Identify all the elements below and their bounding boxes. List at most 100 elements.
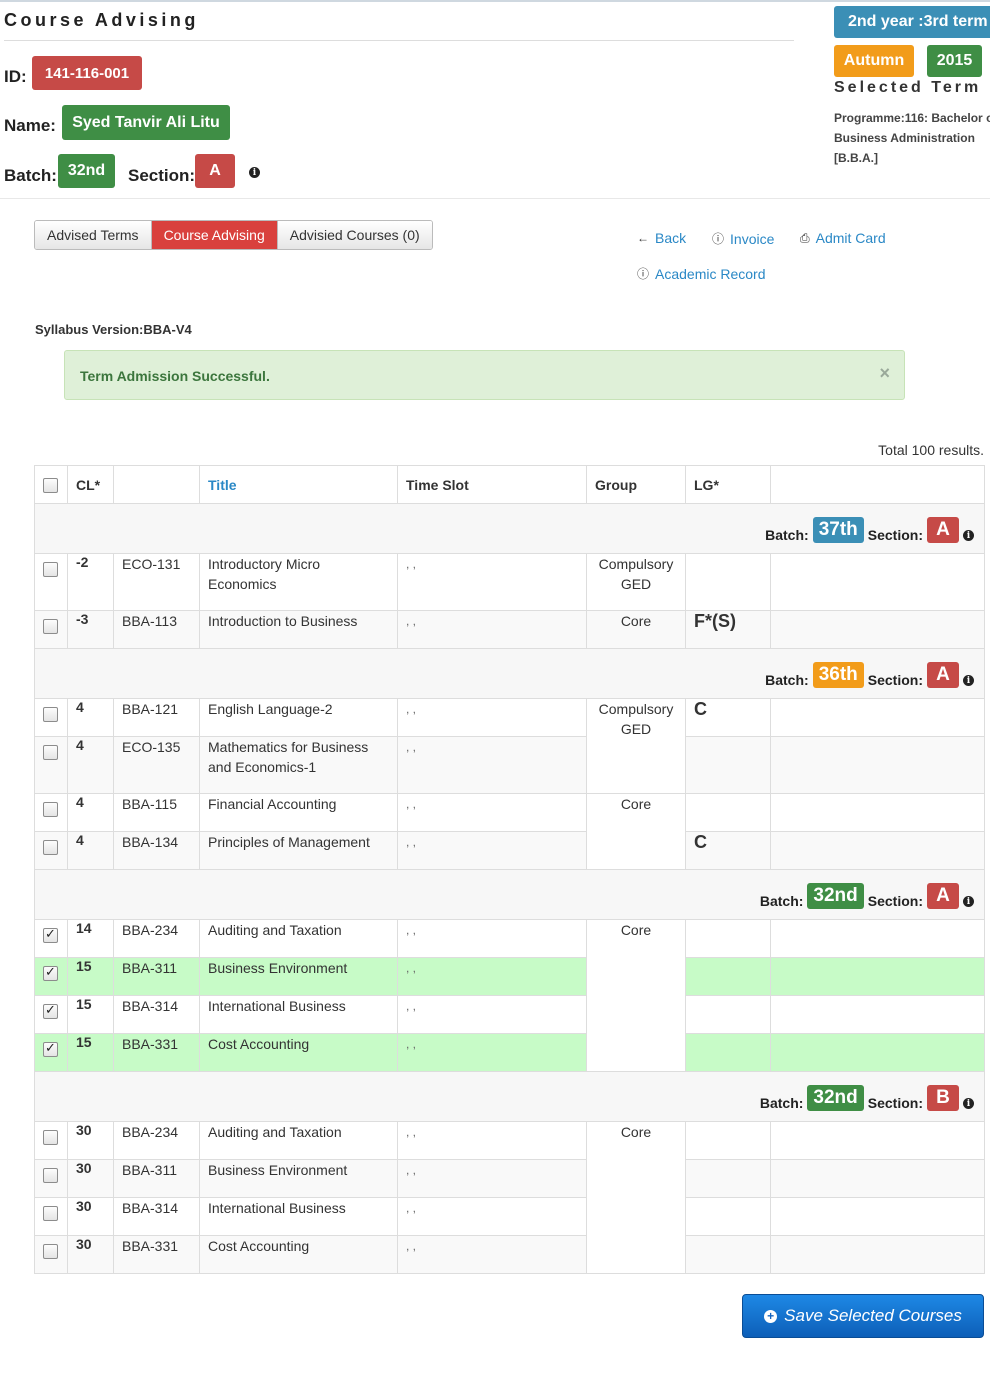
header-title[interactable]: Title [199,465,398,504]
academic-record-link-label: Academic Record [655,265,766,282]
programme-line-2: Business Administration [834,131,975,145]
table-header-row: CL* Title Time Slot Group LG* [34,465,985,504]
cl-cell: 30 [67,1197,114,1236]
course-row: 4 BBA-134 Principles of Management, , C [34,831,985,870]
course-row: 14BBA-234Auditing and Taxation, ,Core [34,919,985,1072]
lg-cell [685,1197,771,1236]
row-select-cell [34,1033,68,1072]
batch-info: Batch: 37th Section: Ai [765,517,974,543]
header-lg: LG* [685,465,771,504]
course-code-cell: BBA-234 [113,1121,200,1160]
header-time-slot: Time Slot [397,465,587,504]
time-slot-cell: , , [397,1197,587,1236]
save-selected-courses-button[interactable]: + Save Selected Courses [742,1294,984,1338]
syllabus-version: Syllabus Version:BBA-V4 [35,322,192,337]
course-checkbox[interactable] [43,1130,58,1145]
course-code-cell: BBA-134 [113,831,200,870]
header-divider [0,198,990,199]
course-code-cell: ECO-131 [113,553,200,611]
row-select-cell [34,1159,68,1198]
batch-label: Batch: [4,166,57,185]
course-table: CL* Title Time Slot Group LG* Batch: 37th… [34,465,985,1274]
info-icon[interactable]: i [963,1098,974,1109]
course-title-cell: Principles of Management [199,831,398,870]
course-checkbox[interactable] [43,562,58,577]
info-icon[interactable]: i [963,675,974,686]
course-checkbox[interactable] [43,1244,58,1259]
course-checkbox[interactable] [43,707,58,722]
batch-label: Batch: [765,527,809,543]
course-code-cell: BBA-311 [113,957,200,996]
section-badge: A [195,154,235,188]
course-checkbox[interactable] [43,840,58,855]
batch-header-row: Batch: 37th Section: Ai [34,503,985,554]
course-row: 4 BBA-115 Financial Accounting, , Core [34,793,985,870]
course-checkbox[interactable] [43,926,58,943]
group-cell: Compulsory GED [586,553,686,611]
course-title-cell: Auditing and Taxation [199,1121,398,1160]
course-code-cell: BBA-234 [113,919,200,958]
tab-advised-terms[interactable]: Advised Terms [35,221,152,249]
cl-cell: 15 [67,1033,114,1072]
course-row: 30 BBA-234 Auditing and Taxation, , Core [34,1121,985,1274]
lg-cell [685,1121,771,1160]
batch-header-cell: Batch: 32nd Section: Bi [34,1071,985,1122]
time-slot-cell: , , [397,553,587,611]
cl-cell: 4 [67,698,114,737]
row-select-cell [34,793,68,832]
lg-cell: C [685,831,771,870]
circle-info-icon: ⓘ [712,232,725,246]
back-link[interactable]: ← Back [637,230,686,246]
header-code [113,465,200,504]
info-icon[interactable]: i [249,167,260,178]
course-code-cell: BBA-115 [113,793,200,832]
course-row: 30 BBA-311 Business Environment, , [34,1159,985,1198]
print-icon: ⎙ [800,230,810,245]
time-slot-cell: , , [397,1121,587,1160]
info-icon[interactable]: i [963,896,974,907]
time-slot-cell: , , [397,995,587,1034]
extra-cell [770,831,985,870]
course-checkbox[interactable] [43,1168,58,1183]
id-label: ID: [4,67,27,86]
lg-cell [685,1033,771,1072]
tab-advised-courses[interactable]: Advisied Courses (0) [277,221,432,249]
course-checkbox[interactable] [43,1002,58,1019]
admit-card-link[interactable]: ⎙ Admit Card [800,230,886,246]
batch-header-cell: Batch: 37th Section: Ai [34,503,985,554]
cl-cell: -3 [67,610,114,649]
group-cell: Core [586,919,686,1072]
header-cl: CL* [67,465,114,504]
section-badge: B [927,1085,959,1111]
group-cell: Core [586,793,686,870]
time-slot-cell: , , [397,1033,587,1072]
course-title-cell: Mathematics for Business and Economics-1 [199,736,398,794]
row-select-cell [34,553,68,611]
row-select-cell [34,919,68,958]
select-all-cell [34,465,68,504]
course-title-cell: Business Environment [199,957,398,996]
course-checkbox[interactable] [43,619,58,634]
total-results: Total 100 results. [878,442,984,458]
course-checkbox[interactable] [43,745,58,760]
course-checkbox[interactable] [43,964,58,981]
invoice-link[interactable]: ⓘ Invoice [712,230,774,247]
batch-badge: 32nd [58,154,115,188]
invoice-link-label: Invoice [730,230,775,247]
course-checkbox[interactable] [43,1206,58,1221]
top-border [0,0,990,2]
info-icon[interactable]: i [963,530,974,541]
academic-record-link[interactable]: ⓘ Academic Record [637,265,766,282]
time-slot-cell: , , [397,957,587,996]
course-checkbox[interactable] [43,802,58,817]
extra-cell [770,610,985,649]
course-checkbox[interactable] [43,1040,58,1057]
tab-course-advising[interactable]: Course Advising [151,221,278,249]
batch-badge: 32nd [807,883,864,909]
course-row: 4 BBA-121 English Language-2, , Compulsory … [34,698,985,794]
batch-label: Batch: [759,893,804,909]
batch-badge: 32nd [807,1085,864,1111]
select-all-checkbox[interactable] [43,477,58,493]
lg-cell: F*(S) [685,610,771,649]
close-icon[interactable]: × [879,363,890,384]
